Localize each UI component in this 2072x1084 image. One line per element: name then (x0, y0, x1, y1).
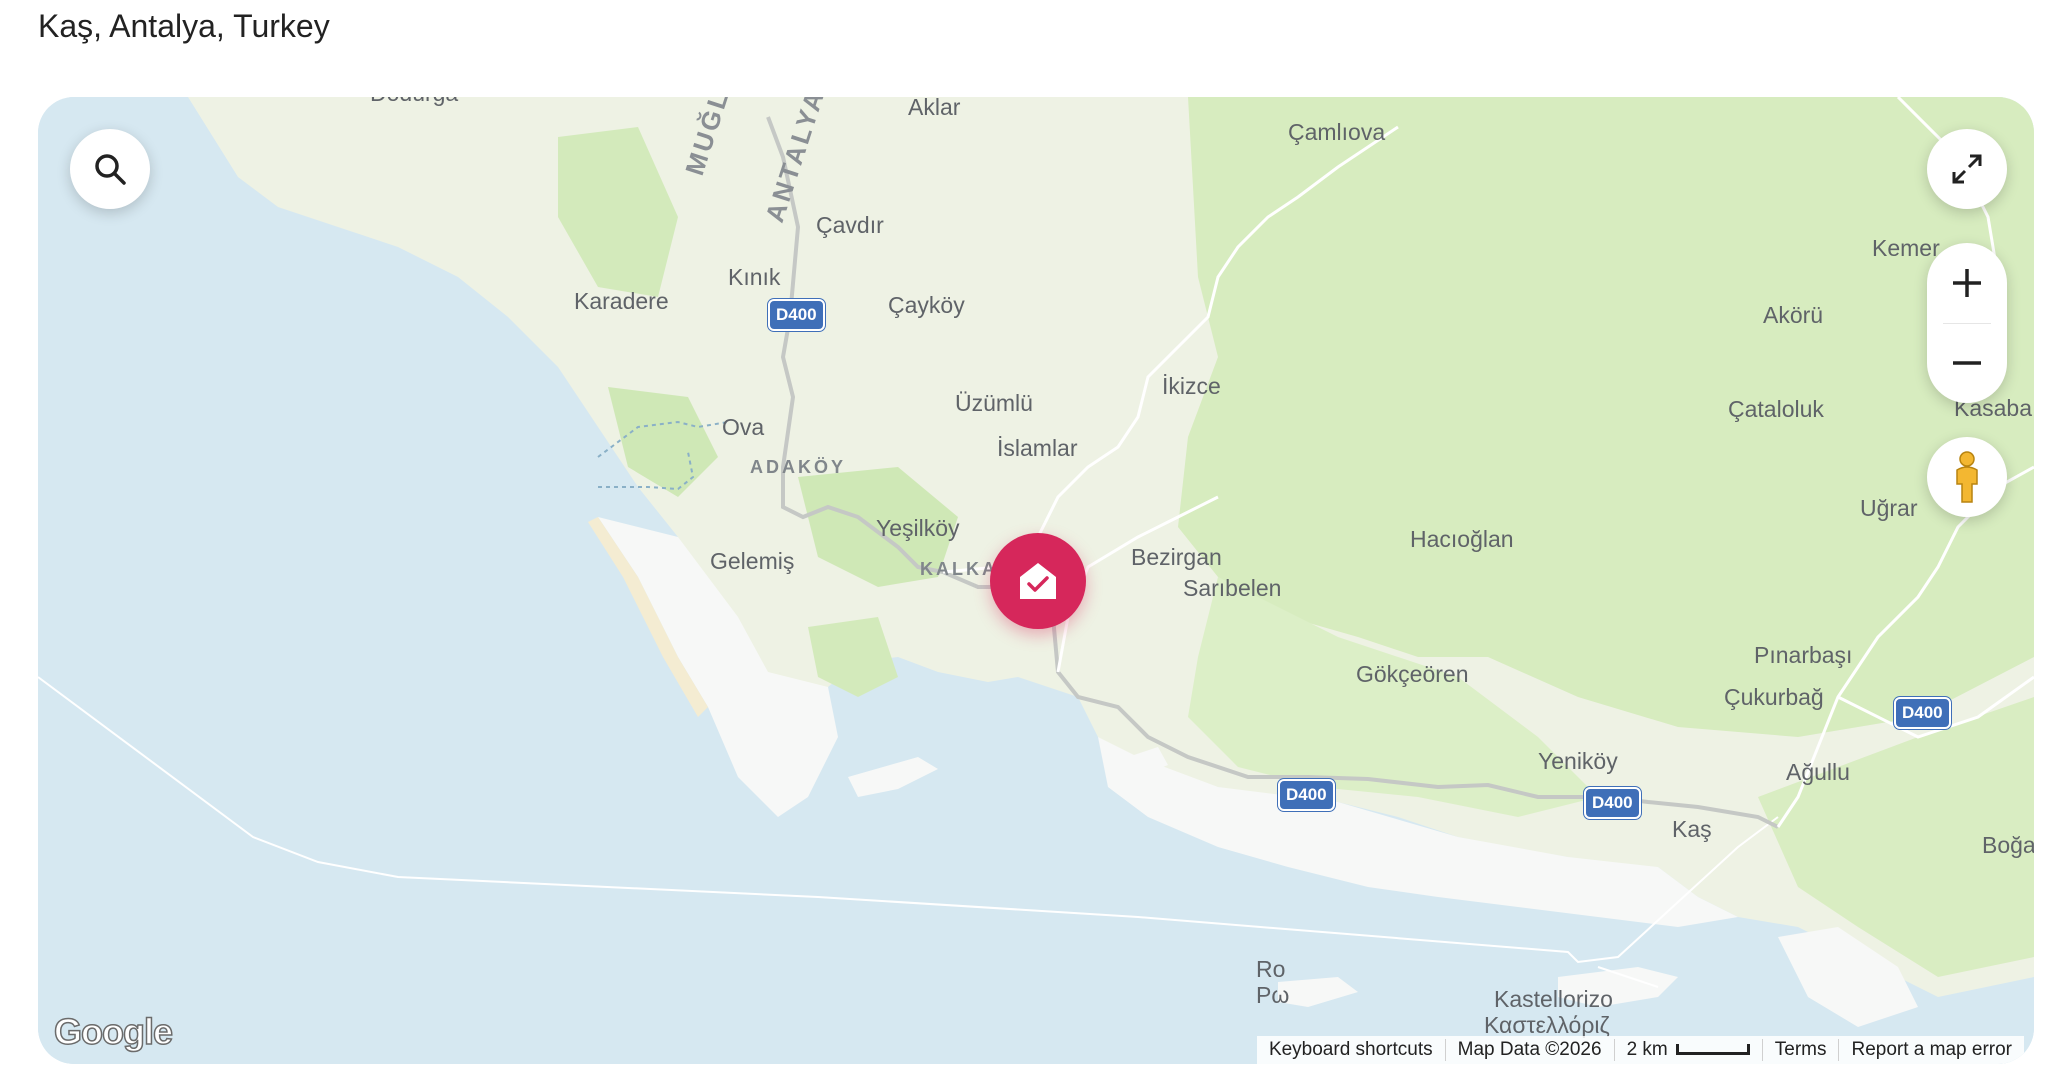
road-shield-d400: D400 (1278, 779, 1335, 811)
road-shield-d400: D400 (1894, 697, 1951, 729)
scale-bar (1675, 1044, 1750, 1056)
minus-icon (1953, 361, 1981, 365)
report-error-link[interactable]: Report a map error (1838, 1039, 2024, 1061)
pegman-icon (1956, 451, 1978, 503)
terms-link[interactable]: Terms (1761, 1039, 1839, 1061)
fullscreen-button[interactable] (1927, 129, 2007, 209)
zoom-controls (1927, 243, 2007, 403)
home-check-icon (1020, 563, 1056, 599)
search-map-button[interactable] (70, 129, 150, 209)
map-container[interactable]: D400 D400 D400 D400 Dodurga Aklar Çamlıo… (38, 97, 2034, 1064)
zoom-out-button[interactable] (1927, 323, 2007, 403)
keyboard-shortcuts-link[interactable]: Keyboard shortcuts (1257, 1039, 1445, 1061)
scale-control[interactable]: 2 km (1613, 1039, 1762, 1061)
location-title: Kaş, Antalya, Turkey (38, 8, 330, 44)
zoom-in-button[interactable] (1927, 243, 2007, 323)
road-shield-d400: D400 (768, 299, 825, 331)
attribution-bar: Keyboard shortcuts Map Data ©2026 2 km T… (1256, 1036, 2024, 1064)
road-shield-d400: D400 (1584, 787, 1641, 819)
fullscreen-icon (1952, 154, 1982, 184)
listing-location-pin[interactable] (990, 533, 1086, 629)
google-logo: Google (53, 1010, 174, 1053)
scale-label: 2 km (1626, 1039, 1668, 1060)
street-view-button[interactable] (1927, 437, 2007, 517)
search-icon (95, 154, 126, 185)
map-data-text: Map Data ©2026 (1444, 1039, 1614, 1061)
plus-icon (1953, 269, 1981, 297)
